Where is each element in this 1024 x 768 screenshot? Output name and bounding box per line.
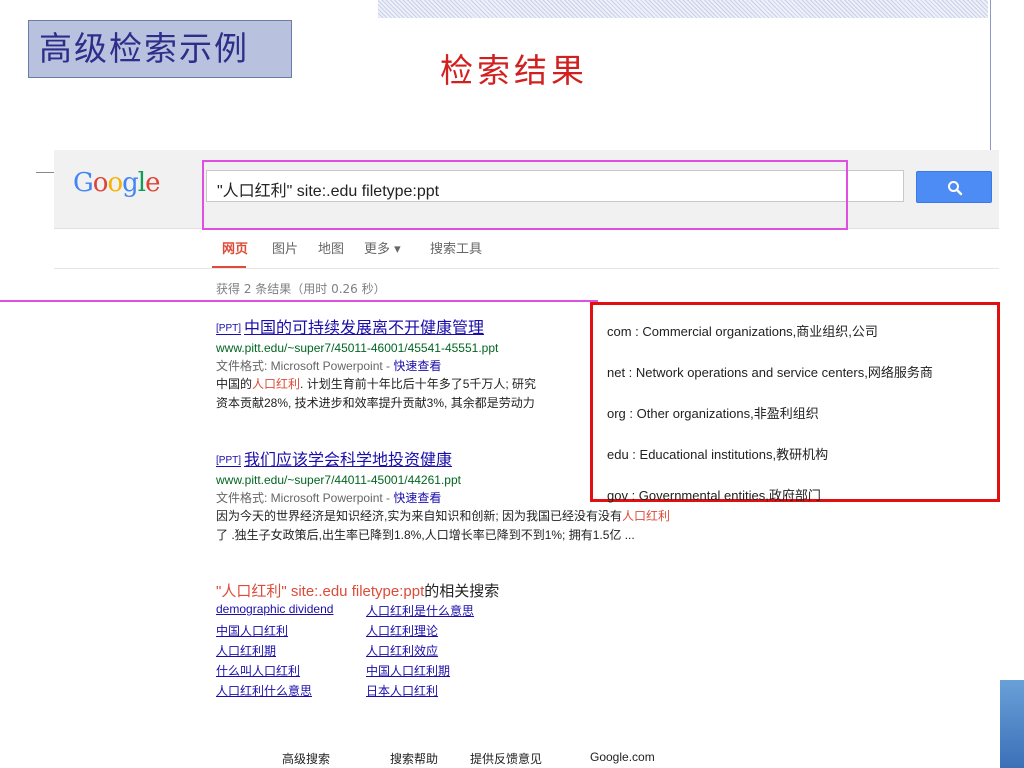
tld-item-edu: edu : Educational institutions,教研机构 bbox=[607, 447, 829, 462]
decorative-logo-strip bbox=[1000, 680, 1024, 768]
decorative-pattern-bar bbox=[378, 0, 988, 18]
decorative-vertical-line bbox=[990, 0, 991, 150]
search-button[interactable] bbox=[916, 171, 992, 203]
tab-more[interactable]: 更多 ▾ bbox=[364, 238, 401, 257]
related-link[interactable]: 什么叫人口红利 bbox=[216, 662, 300, 679]
quick-view-link[interactable]: 快速查看 bbox=[393, 359, 441, 373]
footer-link-google-com[interactable]: Google.com bbox=[590, 750, 655, 764]
footer-link-help[interactable]: 搜索帮助 bbox=[390, 750, 438, 767]
file-type-tag: [PPT] bbox=[216, 323, 242, 334]
result-snippet: 中国的人口红利. 计划生育前十年比后十年多了5千万人; 研究 bbox=[216, 377, 537, 391]
related-link[interactable]: demographic dividend bbox=[216, 602, 333, 616]
slide-subtitle: 检索结果 bbox=[440, 51, 588, 90]
result-format: 文件格式: Microsoft Powerpoint - 快速查看 bbox=[216, 359, 442, 373]
related-searches-heading: "人口红利" site:.edu filetype:ppt的相关搜索 bbox=[216, 583, 500, 600]
related-link[interactable]: 人口红利是什么意思 bbox=[366, 602, 474, 619]
annotation-pointer-line bbox=[0, 300, 598, 302]
result-stats: 获得 2 条结果（用时 0.26 秒） bbox=[216, 282, 386, 296]
related-link[interactable]: 人口红利期 bbox=[216, 642, 276, 659]
divider bbox=[36, 172, 54, 173]
domain-annotation-box: com : Commercial organizations,商业组织,公司 n… bbox=[590, 302, 1000, 503]
related-link[interactable]: 中国人口红利 bbox=[216, 622, 288, 639]
file-type-tag: [PPT] bbox=[216, 455, 242, 466]
search-tabs: 网页 图片 地图 更多 ▾ 搜索工具 bbox=[206, 232, 996, 268]
related-link[interactable]: 日本人口红利 bbox=[366, 682, 438, 699]
result-snippet: 资本贡献28%, 技术进步和效率提升贡献3%, 其余都是劳动力 bbox=[216, 396, 535, 410]
search-result: [PPT] 中国的可持续发展离不开健康管理 www.pitt.edu/~super… bbox=[216, 314, 606, 412]
related-link[interactable]: 人口红利效应 bbox=[366, 642, 438, 659]
related-link[interactable]: 人口红利理论 bbox=[366, 622, 438, 639]
google-logo[interactable]: Google bbox=[73, 168, 160, 198]
result-snippet: 因为今天的世界经济是知识经济,实为来自知识和创新; 因为我国已经没有没有人口红利 bbox=[216, 509, 671, 523]
tab-maps[interactable]: 地图 bbox=[318, 238, 344, 257]
tab-search-tools[interactable]: 搜索工具 bbox=[430, 238, 482, 257]
slide-title: 高级检索示例 bbox=[28, 20, 292, 78]
result-url: www.pitt.edu/~super7/45011-46001/45541-4… bbox=[216, 341, 499, 355]
tab-web[interactable]: 网页 bbox=[222, 238, 248, 257]
tab-images[interactable]: 图片 bbox=[272, 238, 298, 257]
quick-view-link[interactable]: 快速查看 bbox=[393, 491, 441, 505]
result-title-link[interactable]: [PPT] 中国的可持续发展离不开健康管理 bbox=[216, 314, 606, 338]
footer-link-feedback[interactable]: 提供反馈意见 bbox=[470, 750, 542, 767]
tld-item-net: net : Network operations and service cen… bbox=[607, 365, 933, 380]
tld-item-org: org : Other organizations,非盈利组织 bbox=[607, 406, 819, 421]
divider bbox=[54, 268, 999, 269]
related-link[interactable]: 人口红利什么意思 bbox=[216, 682, 312, 699]
related-link[interactable]: 中国人口红利期 bbox=[366, 662, 450, 679]
tld-item-com: com : Commercial organizations,商业组织,公司 bbox=[607, 324, 878, 339]
search-icon bbox=[948, 181, 963, 196]
footer-link-advanced-search[interactable]: 高级搜索 bbox=[282, 750, 330, 767]
search-input[interactable]: "人口红利" site:.edu filetype:ppt bbox=[206, 170, 904, 202]
result-snippet: 了 .独生子女政策后,出生率已降到1.8%,人口增长率已降到不到1%; 拥有1.… bbox=[216, 528, 635, 542]
tld-item-gov: gov : Governmental entities,政府部门 bbox=[607, 488, 821, 503]
